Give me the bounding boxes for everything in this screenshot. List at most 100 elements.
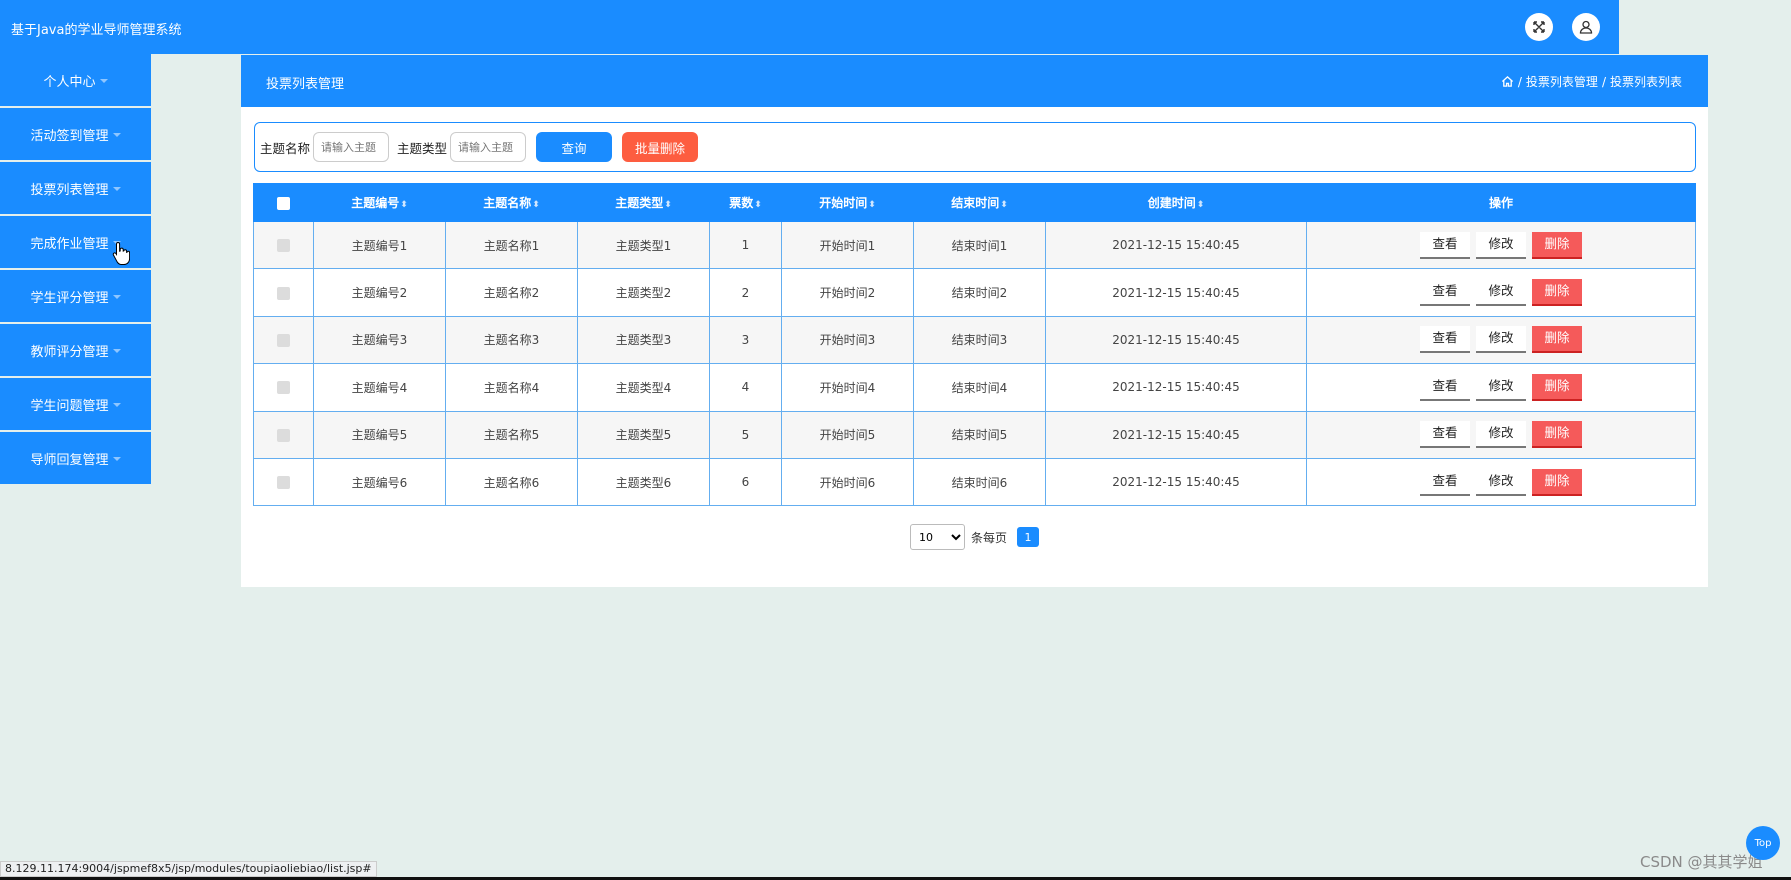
sidebar-item-label: 学生问题管理 [30, 398, 109, 414]
cell-created: 2021-12-15 15:40:45 [1045, 363, 1307, 412]
cell-code: 主题编号2 [313, 268, 446, 317]
row-checkbox[interactable] [277, 476, 290, 490]
back-to-top-button[interactable]: Top [1746, 826, 1780, 860]
delete-button[interactable]: 删除 [1532, 421, 1582, 449]
column-header-votes[interactable]: 票数⬍ [709, 183, 782, 222]
cell-actions: 查看 修改 删除 [1306, 315, 1696, 365]
view-button[interactable]: 查看 [1420, 373, 1470, 401]
sidebar-item-teacher-rating[interactable]: 教师评分管理 [0, 324, 151, 376]
row-checkbox[interactable] [277, 428, 290, 442]
view-button[interactable]: 查看 [1420, 421, 1470, 449]
edit-button[interactable]: 修改 [1476, 231, 1526, 259]
column-header-name[interactable]: 主题名称⬍ [445, 183, 578, 222]
delete-button[interactable]: 删除 [1532, 326, 1582, 354]
home-icon[interactable] [1501, 75, 1514, 88]
edit-button[interactable]: 修改 [1476, 373, 1526, 401]
delete-button[interactable]: 删除 [1532, 373, 1582, 401]
table-row: 主题编号3 主题名称3 主题类型3 3 开始时间3 结束时间3 2021-12-15 15:… [253, 315, 1696, 365]
cell-created: 2021-12-15 15:40:45 [1045, 220, 1307, 270]
column-header-code[interactable]: 主题编号⬍ [313, 183, 446, 222]
top-bar: 基于Java的学业导师管理系统 [0, 0, 1619, 54]
sidebar-item-personal-center[interactable]: 个人中心 [0, 54, 151, 106]
view-button[interactable]: 查看 [1420, 231, 1470, 259]
column-header-created[interactable]: 创建时间⬍ [1045, 183, 1307, 222]
page-size-select[interactable]: 10 [910, 524, 965, 550]
query-button[interactable]: 查询 [536, 132, 613, 162]
cell-type: 主题类型2 [577, 268, 710, 317]
cell-name: 主题名称6 [445, 457, 578, 507]
caret-down-icon [112, 133, 121, 137]
sidebar-item-vote-list[interactable]: 投票列表管理 [0, 162, 151, 214]
cell-actions: 查看 修改 删除 [1306, 457, 1696, 507]
edit-button[interactable]: 修改 [1476, 421, 1526, 449]
sort-icon: ⬍ [754, 200, 762, 210]
row-select-cell [253, 363, 314, 412]
row-checkbox[interactable] [277, 333, 290, 347]
cell-votes: 5 [709, 410, 782, 459]
cell-type: 主题类型4 [577, 363, 710, 412]
cell-code: 主题编号3 [313, 315, 446, 365]
topic-name-label: 主题名称 [260, 140, 311, 156]
row-checkbox[interactable] [277, 381, 290, 395]
cell-start: 开始时间3 [781, 315, 914, 365]
sidebar-item-label: 导师回复管理 [30, 452, 109, 468]
delete-button[interactable]: 删除 [1532, 231, 1582, 259]
cell-code: 主题编号6 [313, 457, 446, 507]
cell-end: 结束时间1 [913, 220, 1046, 270]
sidebar-item-activity-signin[interactable]: 活动签到管理 [0, 108, 151, 160]
cell-name: 主题名称5 [445, 410, 578, 459]
table-row: 主题编号1 主题名称1 主题类型1 1 开始时间1 结束时间1 2021-12-15 15:… [253, 220, 1696, 270]
hand-cursor-icon [112, 241, 130, 265]
cell-actions: 查看 修改 删除 [1306, 220, 1696, 270]
row-checkbox[interactable] [277, 286, 290, 300]
sort-icon: ⬍ [1196, 200, 1205, 210]
cell-end: 结束时间6 [913, 457, 1046, 507]
topic-type-input[interactable] [450, 132, 527, 162]
edit-button[interactable]: 修改 [1476, 468, 1526, 496]
edit-button[interactable]: 修改 [1476, 326, 1526, 354]
caret-down-icon [99, 79, 108, 83]
caret-down-icon [112, 349, 121, 353]
cell-actions: 查看 修改 删除 [1306, 268, 1696, 317]
topic-name-input[interactable] [313, 132, 390, 162]
row-checkbox[interactable] [277, 239, 290, 253]
column-header-start[interactable]: 开始时间⬍ [781, 183, 914, 222]
row-select-cell [253, 220, 314, 270]
main-panel: 投票列表管理 / 投票列表管理 / 投票列表列表 主题名称 主题类型 查询 批量… [241, 55, 1708, 587]
sidebar-item-label: 教师评分管理 [30, 344, 109, 360]
user-button[interactable] [1572, 13, 1600, 41]
batch-delete-button[interactable]: 批量删除 [622, 132, 699, 162]
sidebar-item-student-rating[interactable]: 学生评分管理 [0, 270, 151, 322]
caret-down-icon [112, 403, 121, 407]
sidebar-item-tutor-replies[interactable]: 导师回复管理 [0, 432, 151, 484]
cell-created: 2021-12-15 15:40:45 [1045, 410, 1307, 459]
table-row: 主题编号5 主题名称5 主题类型5 5 开始时间5 结束时间5 2021-12-15 15:… [253, 410, 1696, 459]
status-url: 8.129.11.174:9004/jspmef8x5/jsp/modules/… [0, 861, 377, 877]
app-title: 基于Java的学业导师管理系统 [11, 23, 182, 38]
cell-type: 主题类型5 [577, 410, 710, 459]
cell-end: 结束时间2 [913, 268, 1046, 317]
sidebar-item-student-questions[interactable]: 学生问题管理 [0, 378, 151, 430]
caret-down-icon [112, 295, 121, 299]
sort-icon: ⬍ [400, 200, 408, 210]
breadcrumb-separator: / [1601, 74, 1606, 89]
view-button[interactable]: 查看 [1420, 468, 1470, 496]
column-header-type[interactable]: 主题类型⬍ [577, 183, 710, 222]
view-button[interactable]: 查看 [1420, 279, 1470, 307]
column-header-end[interactable]: 结束时间⬍ [913, 183, 1046, 222]
cell-type: 主题类型1 [577, 220, 710, 270]
delete-button[interactable]: 删除 [1532, 468, 1582, 496]
fullscreen-button[interactable] [1525, 13, 1553, 41]
delete-button[interactable]: 删除 [1532, 279, 1582, 307]
breadcrumb-item[interactable]: 投票列表管理 [1526, 73, 1598, 90]
row-select-cell [253, 410, 314, 459]
page-number-button[interactable]: 1 [1017, 527, 1040, 547]
cell-code: 主题编号4 [313, 363, 446, 412]
row-select-cell [253, 315, 314, 365]
select-all-checkbox[interactable] [277, 196, 290, 210]
edit-button[interactable]: 修改 [1476, 279, 1526, 307]
view-button[interactable]: 查看 [1420, 326, 1470, 354]
sidebar-item-label: 投票列表管理 [30, 182, 109, 198]
breadcrumb-separator: / [1517, 74, 1522, 89]
sort-icon: ⬍ [532, 200, 540, 210]
